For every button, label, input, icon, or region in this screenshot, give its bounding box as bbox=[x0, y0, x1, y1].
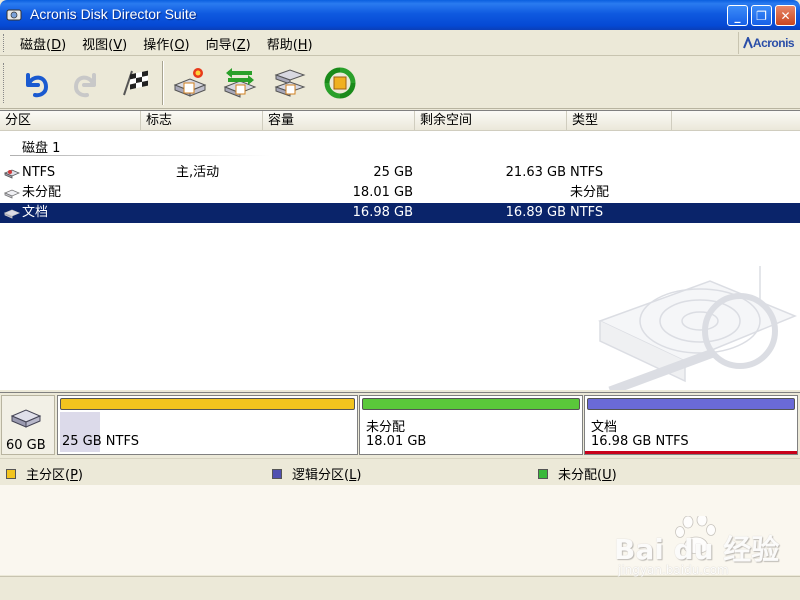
partition-bar bbox=[587, 398, 795, 410]
column-header: 分区 标志 容量 剩余空间 类型 bbox=[0, 111, 800, 131]
copy-partition-icon[interactable] bbox=[222, 65, 258, 101]
recycle-icon[interactable] bbox=[322, 65, 358, 101]
disk-size: 60 GB bbox=[6, 438, 46, 453]
hard-disk-icon bbox=[10, 409, 42, 428]
partition-block-info: 25 GB NTFS bbox=[62, 434, 139, 449]
disk-map: 60 GB 25 GB NTFS 未分配 18.01 GB 文档 16.98 G… bbox=[0, 392, 800, 458]
brand-text: Acronis bbox=[752, 36, 795, 50]
recover-partition-icon[interactable] bbox=[272, 65, 308, 101]
undo-icon[interactable] bbox=[18, 65, 54, 101]
partition-row-ntfs[interactable]: NTFS 主,活动 25 GB 21.63 GB NTFS bbox=[0, 163, 800, 183]
menu-help[interactable]: 帮助(H) bbox=[267, 34, 313, 53]
partition-block-label: 未分配 bbox=[366, 420, 406, 435]
cell-free-space: 16.89 GB bbox=[505, 205, 566, 220]
partition-bar bbox=[362, 398, 580, 410]
hard-disk-watermark-icon bbox=[598, 266, 797, 390]
cell-capacity: 25 GB bbox=[373, 165, 413, 180]
baidu-watermark-url: jingyan.baidu.com bbox=[618, 563, 729, 577]
legend-swatch bbox=[6, 468, 16, 479]
partition-bar bbox=[60, 398, 355, 410]
cell-type: 未分配 bbox=[570, 185, 610, 200]
close-button[interactable]: ✕ bbox=[775, 5, 796, 26]
selection-indicator bbox=[585, 451, 797, 454]
partition-list: 分区 标志 容量 剩余空间 类型 磁盘 1 NTFS 主,活动 25 GB 21… bbox=[0, 110, 800, 390]
partition-row-unallocated[interactable]: 未分配 18.01 GB 未分配 bbox=[0, 183, 800, 203]
cell-free-space bbox=[415, 183, 566, 203]
app-icon bbox=[6, 9, 22, 21]
partition-block-info: 16.98 GB NTFS bbox=[591, 434, 689, 449]
create-partition-icon[interactable] bbox=[172, 65, 208, 101]
partition-icon bbox=[4, 209, 20, 219]
menu-view[interactable]: 视图(V) bbox=[82, 34, 127, 53]
acronis-logo: Acronis bbox=[738, 32, 798, 54]
minimize-button[interactable]: _ bbox=[727, 5, 748, 26]
cell-partition-name: NTFS bbox=[22, 165, 56, 180]
toolbar bbox=[0, 57, 800, 109]
disk-1-cell[interactable]: 60 GB bbox=[1, 395, 55, 455]
commit-flag-icon[interactable] bbox=[118, 65, 154, 101]
disk-divider bbox=[10, 155, 270, 156]
legend-primary[interactable]: 主分区(P) bbox=[6, 464, 83, 483]
menu-disk[interactable]: 磁盘(D) bbox=[20, 34, 66, 53]
column-capacity[interactable]: 容量 bbox=[263, 111, 415, 131]
redo-icon[interactable] bbox=[68, 65, 104, 101]
cell-capacity: 18.01 GB bbox=[352, 185, 413, 200]
cell-partition-name: 未分配 bbox=[22, 185, 62, 200]
cell-type: NTFS bbox=[570, 205, 604, 220]
menu-wizard[interactable]: 向导(Z) bbox=[206, 34, 251, 53]
menu-operation[interactable]: 操作(O) bbox=[143, 34, 189, 53]
unallocated-icon bbox=[4, 189, 20, 199]
menu-bar: 磁盘(D) 视图(V) 操作(O) 向导(Z) 帮助(H) bbox=[0, 30, 800, 56]
cell-flags: 主,活动 bbox=[176, 165, 220, 180]
legend-logical[interactable]: 逻辑分区(L) bbox=[272, 464, 361, 483]
cell-partition-name: 文档 bbox=[22, 205, 49, 220]
column-partition[interactable]: 分区 bbox=[0, 111, 141, 131]
partition-block-ntfs[interactable]: 25 GB NTFS bbox=[57, 395, 358, 455]
partition-row-documents[interactable]: 文档 16.98 GB 16.89 GB NTFS bbox=[0, 203, 800, 223]
partition-icon bbox=[4, 169, 20, 179]
menu-grip bbox=[3, 34, 6, 52]
legend: 主分区(P) 逻辑分区(L) 未分配(U) bbox=[0, 458, 800, 484]
column-type[interactable]: 类型 bbox=[567, 111, 672, 131]
baidu-watermark-text: Bai du 经验 bbox=[614, 533, 780, 566]
legend-swatch bbox=[272, 468, 282, 479]
legend-unallocated[interactable]: 未分配(U) bbox=[538, 464, 617, 483]
cell-type: NTFS bbox=[570, 165, 604, 180]
partition-block-documents[interactable]: 文档 16.98 GB NTFS bbox=[584, 395, 798, 455]
column-free-space[interactable]: 剩余空间 bbox=[415, 111, 567, 131]
maximize-button[interactable]: ❐ bbox=[751, 5, 772, 26]
cell-capacity: 16.98 GB bbox=[352, 205, 413, 220]
partition-block-info: 18.01 GB bbox=[366, 434, 427, 449]
toolbar-separator bbox=[162, 61, 164, 105]
cell-free-space: 21.63 GB bbox=[505, 165, 566, 180]
partition-block-label: 文档 bbox=[591, 420, 618, 435]
window-title: Acronis Disk Director Suite bbox=[30, 6, 197, 22]
title-bar: Acronis Disk Director Suite _ ❐ ✕ bbox=[0, 0, 800, 30]
acronis-logo-icon bbox=[742, 37, 753, 49]
toolbar-grip bbox=[3, 63, 6, 103]
legend-swatch bbox=[538, 468, 548, 479]
column-flags[interactable]: 标志 bbox=[141, 111, 263, 131]
partition-block-unallocated[interactable]: 未分配 18.01 GB bbox=[359, 395, 583, 455]
disk-label[interactable]: 磁盘 1 bbox=[22, 137, 60, 156]
